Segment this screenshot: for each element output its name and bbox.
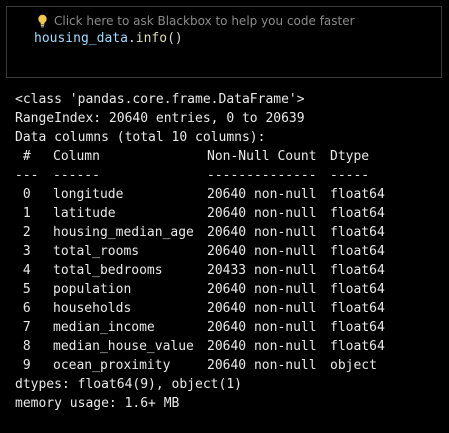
info-separator-row: --- ------ -------------- ----- (15, 166, 445, 185)
row-dtype: float64 (330, 225, 385, 240)
row-dtype: float64 (330, 263, 385, 278)
separator-dtype: ----- (330, 168, 370, 183)
notebook-page: Click here to ask Blackbox to help you c… (0, 0, 449, 433)
row-column: households (53, 301, 132, 316)
code-variable: housing_data (34, 31, 128, 46)
class-line: <class 'pandas.core.frame.DataFrame'> (15, 92, 305, 107)
table-row: 2 housing_median_age 20640 non-null floa… (15, 223, 445, 242)
header-num: # (15, 149, 31, 164)
row-non-null: 20640 non-null (207, 358, 317, 373)
code-parens: () (167, 31, 183, 46)
hint-text: Click here to ask Blackbox to help you c… (54, 14, 355, 28)
row-column: population (53, 282, 132, 297)
table-row: 0 longitude 20640 non-null float64 (15, 185, 445, 204)
lightbulb-icon (37, 14, 48, 28)
row-non-null: 20433 non-null (207, 263, 317, 278)
row-num: 6 (15, 301, 31, 316)
row-num: 0 (15, 187, 31, 202)
code-dot: . (127, 31, 136, 46)
row-dtype: float64 (330, 320, 385, 335)
table-row: 6 households 20640 non-null float64 (15, 299, 445, 318)
row-dtype: float64 (330, 206, 385, 221)
row-column: longitude (53, 187, 124, 202)
row-dtype: float64 (330, 187, 385, 202)
table-row: 9 ocean_proximity 20640 non-null object (15, 356, 445, 375)
row-num: 2 (15, 225, 31, 240)
row-num: 4 (15, 263, 31, 278)
row-column: housing_median_age (53, 225, 194, 240)
data-columns-line: Data columns (total 10 columns): (15, 130, 266, 145)
code-method: info (135, 31, 168, 46)
row-dtype: float64 (330, 244, 385, 259)
row-non-null: 20640 non-null (207, 339, 317, 354)
row-num: 7 (15, 320, 31, 335)
row-non-null: 20640 non-null (207, 206, 317, 221)
row-non-null: 20640 non-null (207, 301, 317, 316)
memory-usage-line: memory usage: 1.6+ MB (15, 396, 180, 411)
header-dtype: Dtype (330, 149, 370, 164)
separator-column: ------ (53, 168, 100, 183)
row-non-null: 20640 non-null (207, 244, 317, 259)
header-non-null: Non-Null Count (207, 149, 317, 164)
row-non-null: 20640 non-null (207, 282, 317, 297)
row-dtype: float64 (330, 339, 385, 354)
row-dtype: float64 (330, 282, 385, 297)
row-column: latitude (53, 206, 116, 221)
row-dtype: object (330, 358, 377, 373)
row-num: 5 (15, 282, 31, 297)
row-non-null: 20640 non-null (207, 320, 317, 335)
separator-num: --- (15, 168, 39, 183)
row-num: 1 (15, 206, 31, 221)
table-row: 3 total_rooms 20640 non-null float64 (15, 242, 445, 261)
row-num: 3 (15, 244, 31, 259)
header-column: Column (53, 149, 100, 164)
row-non-null: 20640 non-null (207, 187, 317, 202)
row-column: ocean_proximity (53, 358, 171, 373)
dtypes-line: dtypes: float64(9), object(1) (15, 377, 242, 392)
row-column: total_rooms (53, 244, 140, 259)
table-row: 1 latitude 20640 non-null float64 (15, 204, 445, 223)
row-num: 9 (15, 358, 31, 373)
info-header-row: # Column Non-Null Count Dtype (15, 147, 445, 166)
row-num: 8 (15, 339, 31, 354)
cell-output: <class 'pandas.core.frame.DataFrame'> Ra… (15, 90, 445, 413)
blackbox-hint[interactable]: Click here to ask Blackbox to help you c… (37, 13, 355, 29)
code-line[interactable]: housing_data.info() (34, 30, 183, 48)
row-non-null: 20640 non-null (207, 225, 317, 240)
row-column: median_house_value (53, 339, 194, 354)
table-row: 5 population 20640 non-null float64 (15, 280, 445, 299)
table-row: 4 total_bedrooms 20433 non-null float64 (15, 261, 445, 280)
row-column: total_bedrooms (53, 263, 163, 278)
separator-non-null: -------------- (207, 168, 317, 183)
range-index-line: RangeIndex: 20640 entries, 0 to 20639 (15, 111, 305, 126)
table-row: 8 median_house_value 20640 non-null floa… (15, 337, 445, 356)
row-column: median_income (53, 320, 155, 335)
table-row: 7 median_income 20640 non-null float64 (15, 318, 445, 337)
row-dtype: float64 (330, 301, 385, 316)
